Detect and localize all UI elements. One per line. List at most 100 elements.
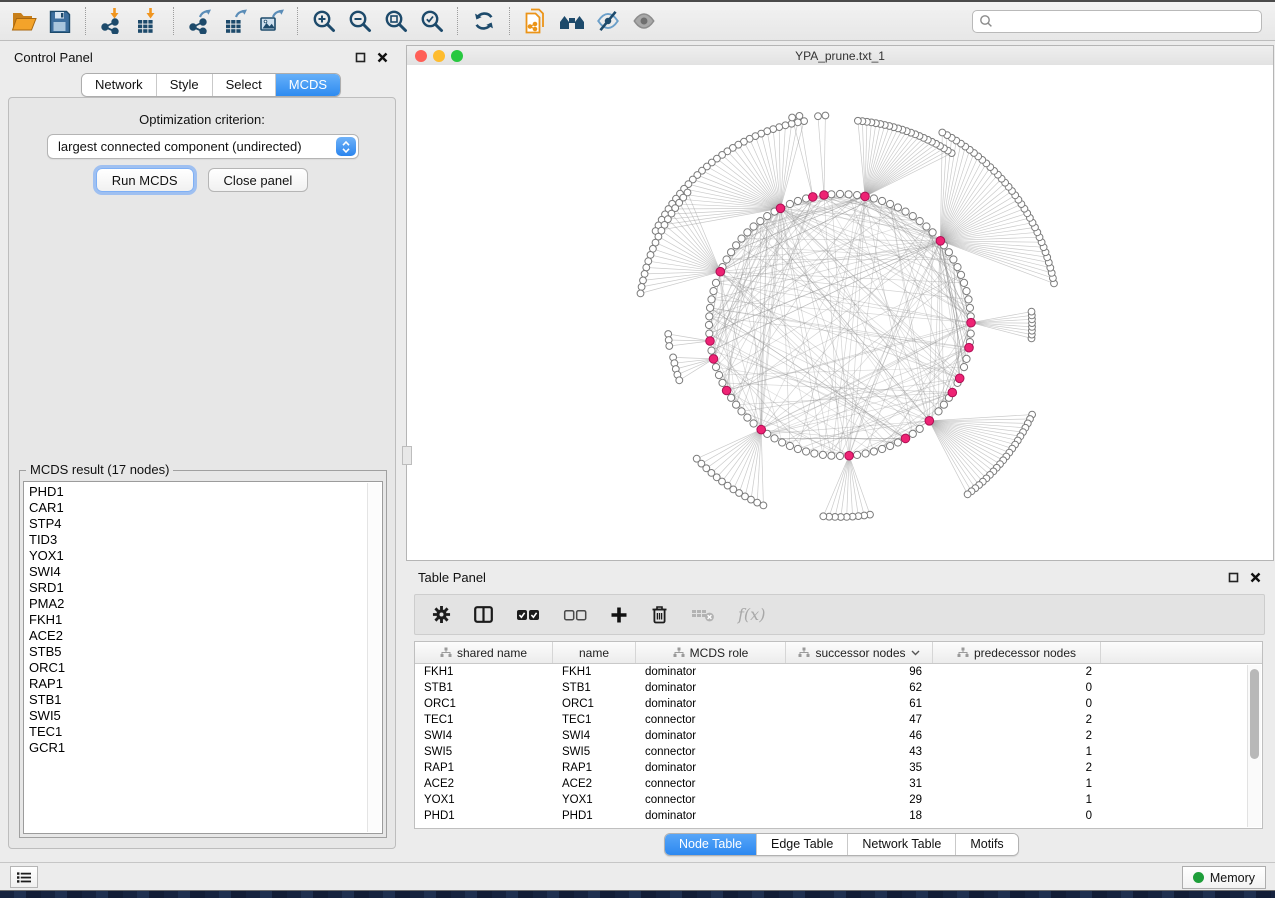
cell-name[interactable]: FKH1 xyxy=(553,666,636,678)
cell-name[interactable]: STB1 xyxy=(553,682,636,694)
cell-name[interactable]: ORC1 xyxy=(553,698,636,710)
cell-name[interactable]: ACE2 xyxy=(553,778,636,790)
cell-successor-nodes[interactable]: 47 xyxy=(786,714,933,726)
mcds-result-item[interactable]: STP4 xyxy=(24,516,367,532)
cell-shared-name[interactable]: ACE2 xyxy=(415,778,553,790)
delete-rows-button[interactable] xyxy=(651,605,668,624)
mcds-result-item[interactable]: ACE2 xyxy=(24,628,367,644)
table-row[interactable]: STB1 STB1 dominator 62 0 xyxy=(415,680,1248,696)
mcds-result-item[interactable]: SRD1 xyxy=(24,580,367,596)
tab-motifs[interactable]: Motifs xyxy=(955,834,1017,855)
window-close-button[interactable] xyxy=(415,50,427,62)
cell-shared-name[interactable]: YOX1 xyxy=(415,794,553,806)
cell-successor-nodes[interactable]: 18 xyxy=(786,810,933,822)
cell-shared-name[interactable]: ORC1 xyxy=(415,698,553,710)
mcds-result-item[interactable]: YOX1 xyxy=(24,548,367,564)
column-header-shared-name[interactable]: shared name xyxy=(415,642,553,663)
cell-mcds-role[interactable]: dominator xyxy=(636,730,786,742)
deselect-all-rows-button[interactable] xyxy=(563,608,587,622)
cell-shared-name[interactable]: PHD1 xyxy=(415,810,553,822)
cell-predecessor-nodes[interactable]: 1 xyxy=(933,778,1101,790)
run-mcds-button[interactable]: Run MCDS xyxy=(96,168,194,192)
zoom-out-button[interactable] xyxy=(342,4,378,38)
mcds-list-scrollbar[interactable] xyxy=(367,483,381,832)
tab-node-table[interactable]: Node Table xyxy=(665,834,756,855)
cell-predecessor-nodes[interactable]: 1 xyxy=(933,794,1101,806)
mcds-result-item[interactable]: TID3 xyxy=(24,532,367,548)
import-network-button[interactable] xyxy=(94,4,130,38)
mcds-result-item[interactable]: PMA2 xyxy=(24,596,367,612)
cell-successor-nodes[interactable]: 31 xyxy=(786,778,933,790)
apply-layout-button[interactable] xyxy=(466,4,502,38)
tab-style[interactable]: Style xyxy=(156,74,212,96)
tab-network[interactable]: Network xyxy=(82,74,156,96)
close-table-panel-button[interactable] xyxy=(1250,572,1261,583)
cell-successor-nodes[interactable]: 61 xyxy=(786,698,933,710)
cell-mcds-role[interactable]: connector xyxy=(636,714,786,726)
mcds-result-item[interactable]: ORC1 xyxy=(24,660,367,676)
table-scrollbar[interactable] xyxy=(1247,665,1261,827)
mcds-result-item[interactable]: STB1 xyxy=(24,692,367,708)
export-image-button[interactable] xyxy=(254,4,290,38)
zoom-fit-button[interactable] xyxy=(378,4,414,38)
cell-predecessor-nodes[interactable]: 0 xyxy=(933,682,1101,694)
table-row[interactable]: RAP1 RAP1 dominator 35 2 xyxy=(415,760,1248,776)
cell-shared-name[interactable]: SWI5 xyxy=(415,746,553,758)
cell-predecessor-nodes[interactable]: 0 xyxy=(933,698,1101,710)
table-row[interactable]: PHD1 PHD1 dominator 18 0 xyxy=(415,808,1248,824)
cell-mcds-role[interactable]: dominator xyxy=(636,666,786,678)
table-row[interactable]: ACE2 ACE2 connector 31 1 xyxy=(415,776,1248,792)
cell-successor-nodes[interactable]: 29 xyxy=(786,794,933,806)
mcds-result-item[interactable]: FKH1 xyxy=(24,612,367,628)
table-settings-button[interactable] xyxy=(432,605,451,624)
mcds-result-item[interactable]: CAR1 xyxy=(24,500,367,516)
cell-name[interactable]: SWI4 xyxy=(553,730,636,742)
cell-shared-name[interactable]: RAP1 xyxy=(415,762,553,774)
select-all-rows-button[interactable] xyxy=(516,608,540,622)
hide-selected-button[interactable] xyxy=(590,4,626,38)
cell-predecessor-nodes[interactable]: 0 xyxy=(933,810,1101,822)
close-panel-button[interactable] xyxy=(377,52,388,63)
tab-network-table[interactable]: Network Table xyxy=(847,834,955,855)
import-table-button[interactable] xyxy=(130,4,166,38)
table-row[interactable]: FKH1 FKH1 dominator 96 2 xyxy=(415,664,1248,680)
tab-mcds[interactable]: MCDS xyxy=(275,74,340,96)
mcds-result-item[interactable]: SWI5 xyxy=(24,708,367,724)
mcds-result-item[interactable]: GCR1 xyxy=(24,740,367,756)
cell-name[interactable]: YOX1 xyxy=(553,794,636,806)
window-minimize-button[interactable] xyxy=(433,50,445,62)
mcds-result-list[interactable]: PHD1 CAR1 STP4 TID3 YOX1 SWI4 SRD1 xyxy=(23,481,383,834)
cell-shared-name[interactable]: FKH1 xyxy=(415,666,553,678)
cell-shared-name[interactable]: TEC1 xyxy=(415,714,553,726)
table-scrollbar-thumb[interactable] xyxy=(1250,669,1259,759)
task-history-button[interactable] xyxy=(10,866,38,888)
table-row[interactable]: TEC1 TEC1 connector 47 2 xyxy=(415,712,1248,728)
tab-select[interactable]: Select xyxy=(212,74,275,96)
cell-name[interactable]: SWI5 xyxy=(553,746,636,758)
cell-name[interactable]: PHD1 xyxy=(553,810,636,822)
cell-successor-nodes[interactable]: 62 xyxy=(786,682,933,694)
cell-mcds-role[interactable]: connector xyxy=(636,794,786,806)
cell-successor-nodes[interactable]: 46 xyxy=(786,730,933,742)
mcds-result-item[interactable]: PHD1 xyxy=(24,484,367,500)
cell-name[interactable]: RAP1 xyxy=(553,762,636,774)
close-panel-action-button[interactable]: Close panel xyxy=(208,168,309,192)
optimization-criterion-select[interactable]: largest connected component (undirected) xyxy=(47,134,359,159)
cell-successor-nodes[interactable]: 43 xyxy=(786,746,933,758)
cell-successor-nodes[interactable]: 96 xyxy=(786,666,933,678)
mcds-result-item[interactable]: RAP1 xyxy=(24,676,367,692)
cell-mcds-role[interactable]: dominator xyxy=(636,698,786,710)
panel-splitter-handle[interactable] xyxy=(402,446,412,465)
cell-shared-name[interactable]: STB1 xyxy=(415,682,553,694)
open-file-button[interactable] xyxy=(6,4,42,38)
cell-predecessor-nodes[interactable]: 2 xyxy=(933,666,1101,678)
table-row[interactable]: ORC1 ORC1 dominator 61 0 xyxy=(415,696,1248,712)
search-input[interactable] xyxy=(998,13,1255,29)
network-graph[interactable] xyxy=(407,65,1273,560)
save-session-button[interactable] xyxy=(42,4,78,38)
search-network-button[interactable] xyxy=(554,4,590,38)
column-header-successor-nodes[interactable]: successor nodes xyxy=(786,642,933,663)
clone-network-button[interactable] xyxy=(518,4,554,38)
cell-mcds-role[interactable]: dominator xyxy=(636,682,786,694)
zoom-in-button[interactable] xyxy=(306,4,342,38)
